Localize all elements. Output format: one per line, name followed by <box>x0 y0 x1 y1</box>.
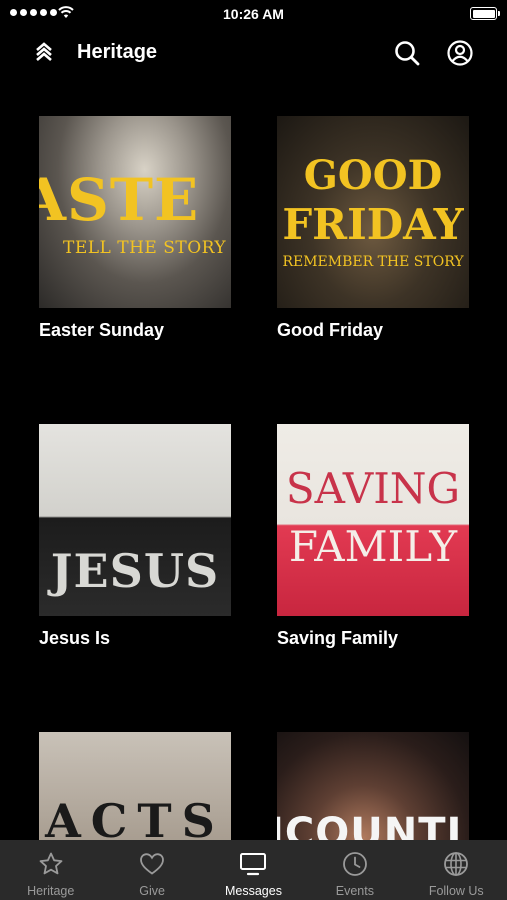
message-title: Easter Sunday <box>39 320 165 340</box>
message-card[interactable]: ASTE TELL THE STORY Easter Sunday <box>39 116 231 341</box>
tab-follow-us[interactable]: Follow Us <box>406 840 507 900</box>
search-icon <box>395 41 420 66</box>
tab-heritage[interactable]: Heritage <box>0 840 101 900</box>
tab-bar: Heritage Give Messages Events Follow Us <box>0 840 507 900</box>
artwork-text: SAVING <box>285 464 461 513</box>
message-card[interactable]: SAVING FAMILY Saving Family <box>277 424 469 649</box>
message-title: Good Friday <box>277 320 384 340</box>
account-button[interactable] <box>445 38 475 68</box>
artwork-text: FAMILY <box>288 522 458 571</box>
page-title: Heritage <box>77 41 158 63</box>
app-header: Heritage <box>0 28 507 78</box>
artwork-text: JESUS <box>50 544 220 598</box>
tab-label: Events <box>335 884 374 898</box>
message-artwork: ASTE TELL THE STORY <box>39 116 231 308</box>
tab-label: Messages <box>224 884 282 898</box>
artwork-text: GOOD <box>303 152 443 199</box>
account-icon <box>447 40 473 66</box>
status-time: 10:26 AM <box>223 6 284 22</box>
tab-messages[interactable]: Messages <box>203 840 304 900</box>
message-artwork: SAVING FAMILY <box>277 424 469 616</box>
star-icon <box>39 852 63 875</box>
battery-icon <box>470 7 500 20</box>
message-title: Jesus Is <box>39 628 111 648</box>
tab-label: Follow Us <box>428 884 484 898</box>
tab-label: Give <box>139 884 165 898</box>
heart-icon <box>140 853 164 875</box>
artwork-text: FRIDAY <box>282 200 464 249</box>
tab-label: Heritage <box>27 884 75 898</box>
artwork-text: TELL THE STORY <box>63 238 227 258</box>
status-bar: 10:26 AM <box>0 0 507 28</box>
heritage-logo-icon <box>36 42 52 61</box>
tab-events[interactable]: Events <box>304 840 405 900</box>
message-artwork: GOOD FRIDAY REMEMBER THE STORY <box>277 116 469 308</box>
message-card[interactable]: JESUS Jesus Is <box>39 424 231 649</box>
monitor-icon <box>240 853 267 876</box>
clock-icon <box>342 852 367 876</box>
message-artwork: JESUS <box>39 424 231 616</box>
tab-give[interactable]: Give <box>101 840 202 900</box>
artwork-text: REMEMBER THE STORY <box>282 254 464 270</box>
artwork-text: ASTE <box>39 166 200 234</box>
globe-icon <box>444 852 469 876</box>
message-card[interactable]: GOOD FRIDAY REMEMBER THE STORY Good Frid… <box>277 116 469 341</box>
message-title: Saving Family <box>277 628 399 648</box>
search-button[interactable] <box>392 38 422 68</box>
